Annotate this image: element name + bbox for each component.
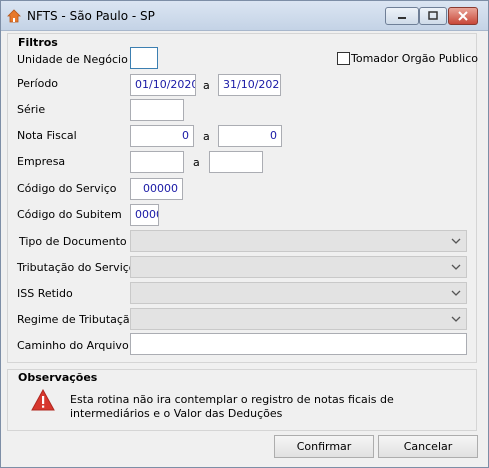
serie-input[interactable] bbox=[130, 99, 184, 121]
periodo-start-input[interactable]: 01/10/2020 bbox=[130, 74, 196, 96]
chevron-down-icon bbox=[451, 238, 461, 244]
iss-retido-select[interactable] bbox=[130, 282, 467, 304]
iss-retido-label: ISS Retido bbox=[17, 287, 73, 300]
cod-subitem-label: Código do Subitem bbox=[17, 208, 122, 221]
empresa-separator: a bbox=[193, 156, 200, 169]
tipo-documento-select[interactable] bbox=[130, 230, 467, 252]
confirmar-button[interactable]: Confirmar bbox=[274, 435, 374, 458]
periodo-end-input[interactable]: 31/10/2020 bbox=[218, 74, 281, 96]
tomador-label: Tomador Orgão Publico bbox=[351, 52, 478, 65]
nota-separator: a bbox=[203, 130, 210, 143]
tributacao-label: Tributação do Serviço bbox=[17, 261, 136, 274]
chevron-down-icon bbox=[451, 290, 461, 296]
nota-fiscal-label: Nota Fiscal bbox=[17, 129, 77, 142]
empresa-label: Empresa bbox=[17, 155, 66, 168]
chevron-down-icon bbox=[451, 264, 461, 270]
window-title: NFTS - São Paulo - SP bbox=[27, 9, 155, 23]
close-icon bbox=[458, 11, 468, 21]
empresa-end-input[interactable] bbox=[209, 151, 263, 173]
regime-label: Regime de Tributação bbox=[17, 313, 137, 326]
unidade-input[interactable] bbox=[130, 47, 158, 69]
empresa-start-input[interactable] bbox=[130, 151, 184, 173]
close-button[interactable] bbox=[448, 7, 478, 25]
tributacao-select[interactable] bbox=[130, 256, 467, 278]
nfts-window: NFTS - São Paulo - SP Filtros Unidade de… bbox=[0, 0, 489, 468]
app-icon bbox=[7, 9, 21, 23]
serie-label: Série bbox=[17, 103, 46, 116]
tipo-documento-label: Tipo de Documento bbox=[19, 235, 127, 248]
minimize-button[interactable] bbox=[385, 7, 419, 25]
periodo-separator: a bbox=[203, 79, 210, 92]
cod-servico-label: Código do Serviço bbox=[17, 182, 117, 195]
caminho-input[interactable] bbox=[130, 333, 467, 355]
nota-start-input[interactable]: 0 bbox=[130, 125, 194, 147]
observacoes-label: Observações bbox=[18, 371, 98, 384]
caminho-label: Caminho do Arquivo bbox=[17, 339, 129, 352]
maximize-button[interactable] bbox=[419, 7, 447, 25]
chevron-down-icon bbox=[451, 316, 461, 322]
title-bar[interactable]: NFTS - São Paulo - SP bbox=[1, 1, 488, 31]
warning-icon bbox=[31, 389, 55, 411]
maximize-icon bbox=[428, 11, 438, 20]
cod-servico-input[interactable]: 00000 bbox=[130, 178, 183, 200]
observacoes-text: Esta rotina não ira contemplar o registr… bbox=[70, 393, 394, 420]
minimize-icon bbox=[398, 17, 406, 19]
filtros-label: Filtros bbox=[18, 36, 58, 49]
nota-end-input[interactable]: 0 bbox=[218, 125, 282, 147]
regime-select[interactable] bbox=[130, 308, 467, 330]
cancelar-button[interactable]: Cancelar bbox=[378, 435, 478, 458]
cod-subitem-input[interactable]: 0000 bbox=[130, 204, 159, 226]
unidade-label: Unidade de Negócio bbox=[17, 53, 128, 66]
tomador-checkbox[interactable] bbox=[337, 52, 350, 65]
periodo-label: Período bbox=[17, 77, 59, 90]
